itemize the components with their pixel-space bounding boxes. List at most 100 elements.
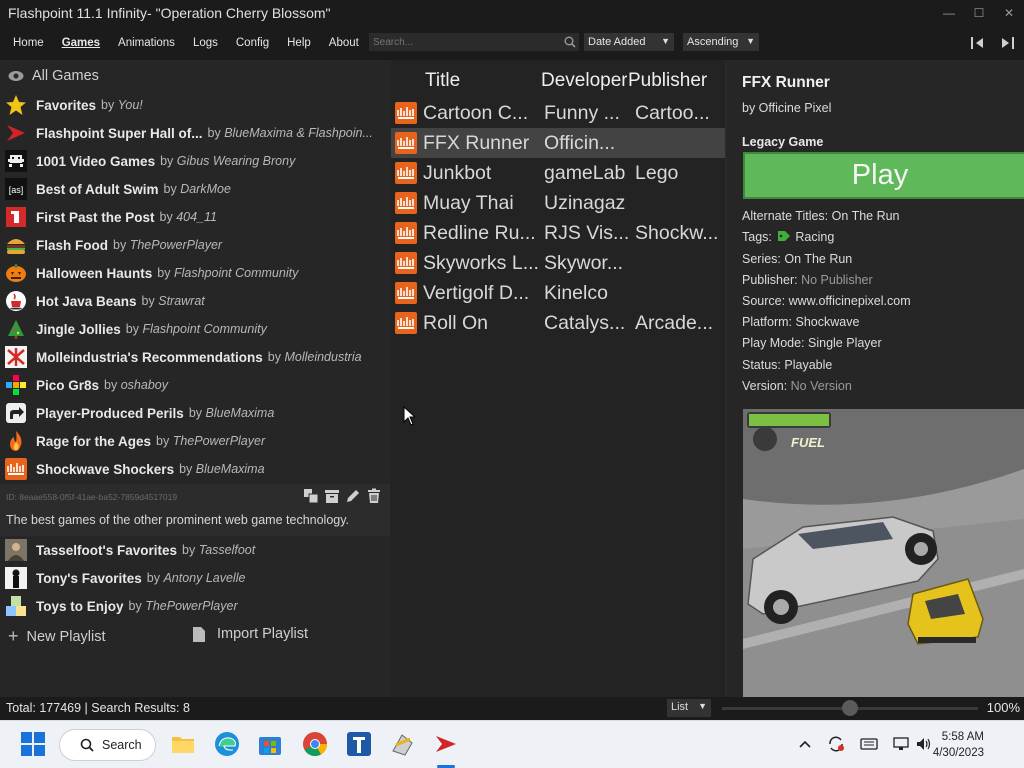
search-icon[interactable] [564, 36, 576, 48]
tag-racing[interactable]: Racing [795, 230, 834, 244]
file-icon [193, 626, 205, 642]
flashpoint-manager-icon[interactable] [390, 731, 416, 757]
microsoft-store-icon[interactable] [257, 731, 283, 757]
file-explorer-icon[interactable] [170, 731, 196, 757]
shockwave-icon [395, 222, 417, 244]
game-developer: RJS Vis... [544, 222, 630, 244]
playlist-author: Gibus Wearing Brony [176, 154, 296, 168]
search-input[interactable] [369, 33, 579, 51]
playlist-item[interactable]: Shockwave Shockers by BlueMaxima [0, 455, 390, 483]
playlist-item[interactable]: [as] Best of Adult Swim by DarkMoe [0, 175, 390, 203]
toggle-right-sidebar-icon[interactable] [999, 36, 1015, 50]
game-developer: Catalys... [544, 312, 626, 334]
taskbar-search[interactable]: Search [59, 729, 156, 761]
sort-direction-select[interactable]: Ascending ▼ [683, 33, 759, 51]
game-publisher: Lego [635, 162, 679, 184]
game-row[interactable]: Junkbot gameLab Lego [391, 158, 727, 188]
nav-home[interactable]: Home [13, 37, 44, 49]
sort-field-value: Date Added [588, 36, 646, 48]
all-games-item[interactable]: All Games [8, 68, 99, 84]
app-i-icon[interactable] [346, 731, 372, 757]
game-publisher: Cartoo... [635, 102, 710, 124]
column-header-developer[interactable]: Developer [541, 70, 627, 94]
close-button[interactable]: ✕ [994, 0, 1024, 26]
play-button[interactable]: Play [743, 152, 1024, 199]
zoom-slider-thumb[interactable] [842, 700, 858, 716]
column-header-publisher[interactable]: Publisher [628, 70, 714, 94]
playlist-description: The best games of the other prominent we… [6, 513, 350, 527]
playlist-name: Shockwave Shockers [36, 461, 175, 477]
title-bar: Flashpoint 11.1 Infinity- "Operation Che… [0, 0, 1024, 26]
minimize-button[interactable]: — [934, 0, 964, 26]
archive-icon[interactable] [324, 488, 340, 504]
playlist-item[interactable]: Jingle Jollies by Flashpoint Community [0, 315, 390, 343]
chrome-browser-icon[interactable] [302, 731, 328, 757]
edit-icon[interactable] [345, 488, 361, 504]
playlist-item[interactable]: First Past the Post by 404_11 [0, 203, 390, 231]
edge-browser-icon[interactable] [214, 731, 240, 757]
playlist-item[interactable]: Rage for the Ages by ThePowerPlayer [0, 427, 390, 455]
taskbar-search-label: Search [102, 738, 142, 752]
game-row[interactable]: Vertigolf D... Kinelco [391, 278, 727, 308]
game-row[interactable]: Roll On Catalys... Arcade... [391, 308, 727, 338]
playlist-name: Molleindustria's Recommendations [36, 349, 263, 365]
playlist-item[interactable]: Molleindustria's Recommendations by Moll… [0, 343, 390, 371]
duplicate-icon[interactable] [303, 488, 319, 504]
windows-start-icon[interactable] [20, 731, 46, 757]
playlist-item[interactable]: Flashpoint Super Hall of... by BlueMaxim… [0, 119, 390, 147]
nav-games[interactable]: Games [62, 37, 100, 49]
trash-icon[interactable] [366, 488, 382, 504]
shockwave-icon [395, 252, 417, 274]
field-value: No Version [790, 379, 852, 393]
playlist-item[interactable]: Halloween Haunts by Flashpoint Community [0, 259, 390, 287]
chevron-up-icon[interactable] [796, 735, 814, 753]
playlist-item[interactable]: Pico Gr8s by oshaboy [0, 371, 390, 399]
speaker-icon[interactable] [915, 735, 933, 753]
game-developer: Kinelco [544, 282, 608, 304]
playlist-author: Tasselfoot [198, 543, 256, 557]
import-playlist-label: Import Playlist [217, 626, 309, 642]
nav-help[interactable]: Help [287, 37, 311, 49]
nav-about[interactable]: About [329, 37, 359, 49]
game-row[interactable]: Skyworks L... Skywor... [391, 248, 727, 278]
field-value: On The Run [831, 209, 900, 223]
new-playlist-button[interactable]: + New Playlist [8, 626, 105, 647]
column-header-title[interactable]: Title [425, 70, 535, 94]
playlist-item[interactable]: Tasselfoot's Favorites by Tasselfoot [0, 536, 390, 564]
nav-logs[interactable]: Logs [193, 37, 218, 49]
nav-animations[interactable]: Animations [118, 37, 175, 49]
nav-config[interactable]: Config [236, 37, 269, 49]
playlist-by: by [146, 571, 160, 585]
playlist-item[interactable]: 1001 Video Games by Gibus Wearing Brony [0, 147, 390, 175]
system-clock[interactable]: 5:58 AM 4/30/2023 [933, 729, 984, 761]
flashpoint-taskbar-icon[interactable] [433, 731, 459, 757]
pumpkin-icon [6, 264, 26, 282]
import-playlist-button[interactable]: Import Playlist [193, 626, 308, 642]
network-icon[interactable] [892, 735, 910, 753]
playlist-item[interactable]: Tony's Favorites by Antony Lavelle [0, 564, 390, 592]
playlist-item[interactable]: Player-Produced Perils by BlueMaxima [0, 399, 390, 427]
game-row[interactable]: Muay Thai Uzinagaz [391, 188, 727, 218]
maximize-button[interactable]: ☐ [964, 0, 994, 26]
field-label: Source: [742, 294, 786, 308]
playlist-item[interactable]: Favorites by You! [0, 91, 390, 119]
view-mode-select[interactable]: List ▼ [667, 699, 711, 717]
sort-field-select[interactable]: Date Added ▼ [584, 33, 674, 51]
game-title: Redline Ru... [423, 222, 536, 244]
burger-icon [7, 239, 25, 254]
playlist-item[interactable]: Flash Food by ThePowerPlayer [0, 231, 390, 259]
game-row[interactable]: Cartoon C... Funny ... Cartoo... [391, 98, 727, 128]
shockwave-icon [395, 282, 417, 304]
game-screenshot[interactable]: FUEL [743, 409, 1024, 697]
playlist-item[interactable]: Hot Java Beans by Strawrat [0, 287, 390, 315]
new-playlist-label: New Playlist [26, 628, 106, 645]
sync-icon[interactable] [827, 735, 845, 753]
game-row-selected[interactable]: FFX Runner Officin... [391, 128, 727, 158]
playlist-by: by [113, 238, 127, 252]
playlist-by: by [179, 462, 193, 476]
game-row[interactable]: Redline Ru... RJS Vis... Shockw... [391, 218, 727, 248]
playlist-item[interactable]: Toys to Enjoy by ThePowerPlayer [0, 592, 390, 620]
playlist-name: Tasselfoot's Favorites [36, 542, 178, 558]
toggle-left-sidebar-icon[interactable] [970, 36, 986, 50]
keyboard-icon[interactable] [860, 735, 878, 753]
